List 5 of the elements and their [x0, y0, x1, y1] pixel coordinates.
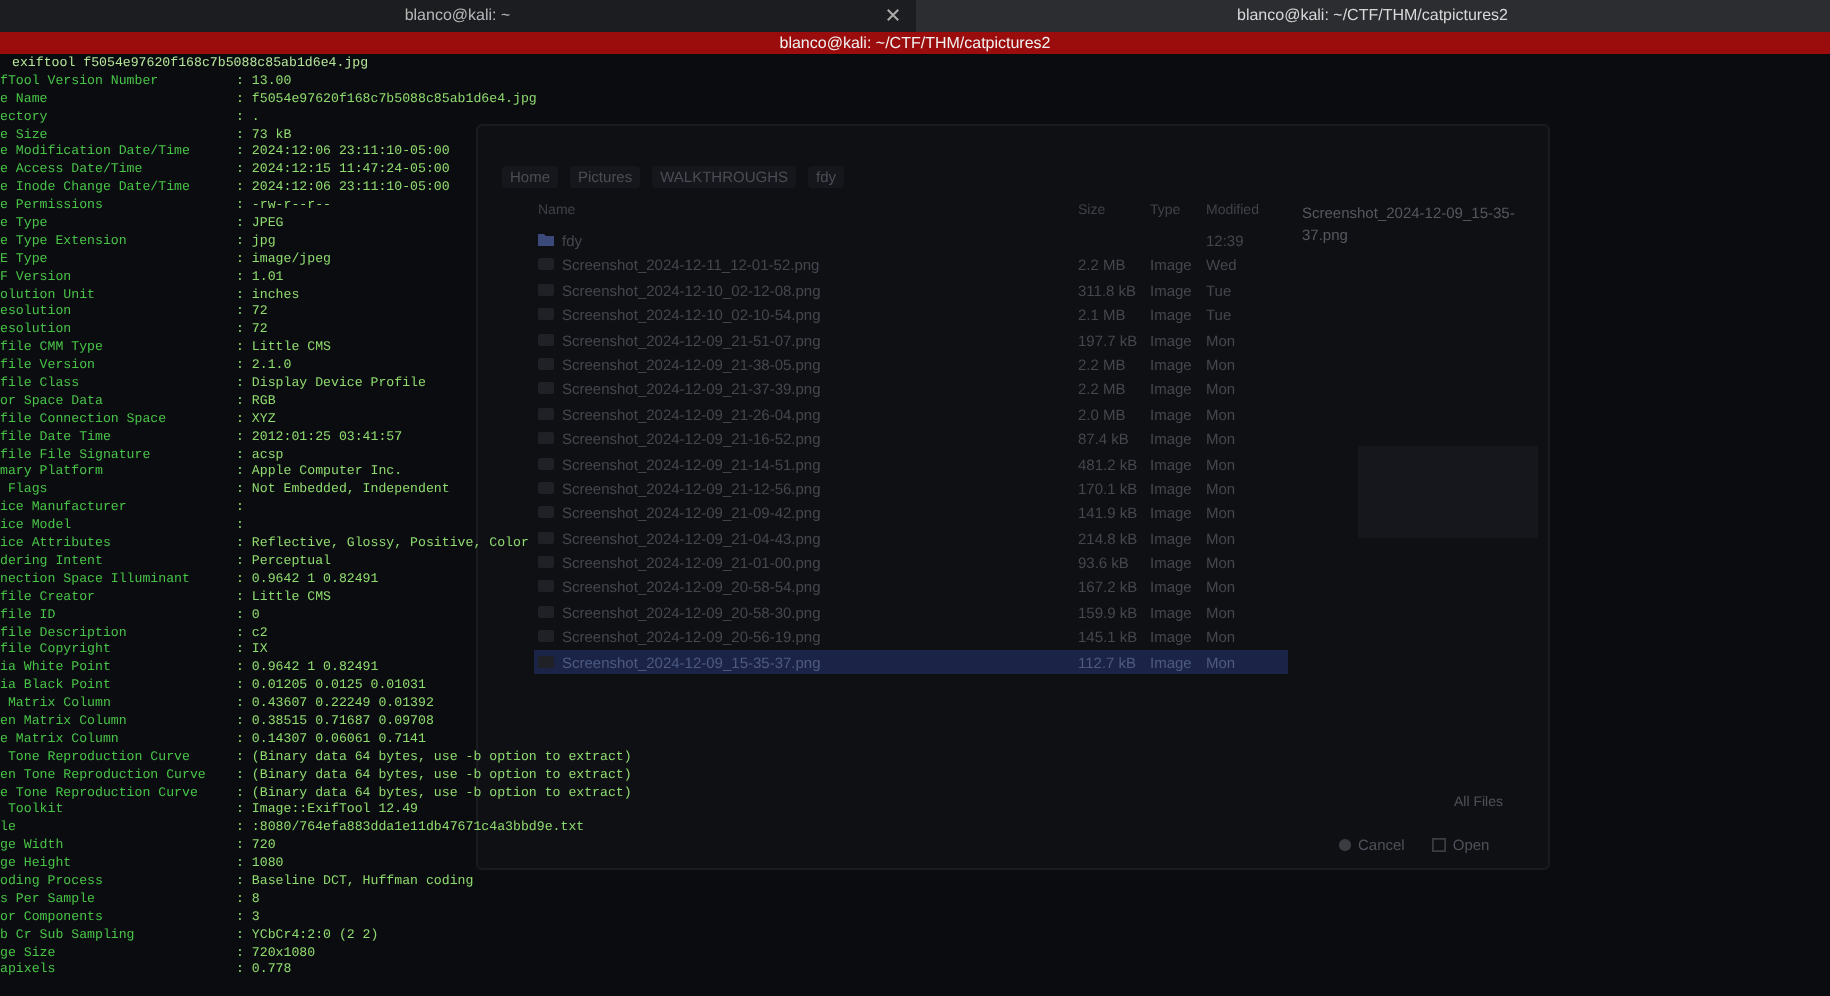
window-title: blanco@kali: ~/CTF/THM/catpictures2: [0, 32, 1830, 54]
circle-icon: [1338, 838, 1352, 853]
terminal-tab[interactable]: blanco@kali: ~/CTF/THM/catpictures2: [915, 0, 1830, 32]
folder-icon: [538, 234, 554, 246]
close-icon[interactable]: [885, 8, 899, 22]
